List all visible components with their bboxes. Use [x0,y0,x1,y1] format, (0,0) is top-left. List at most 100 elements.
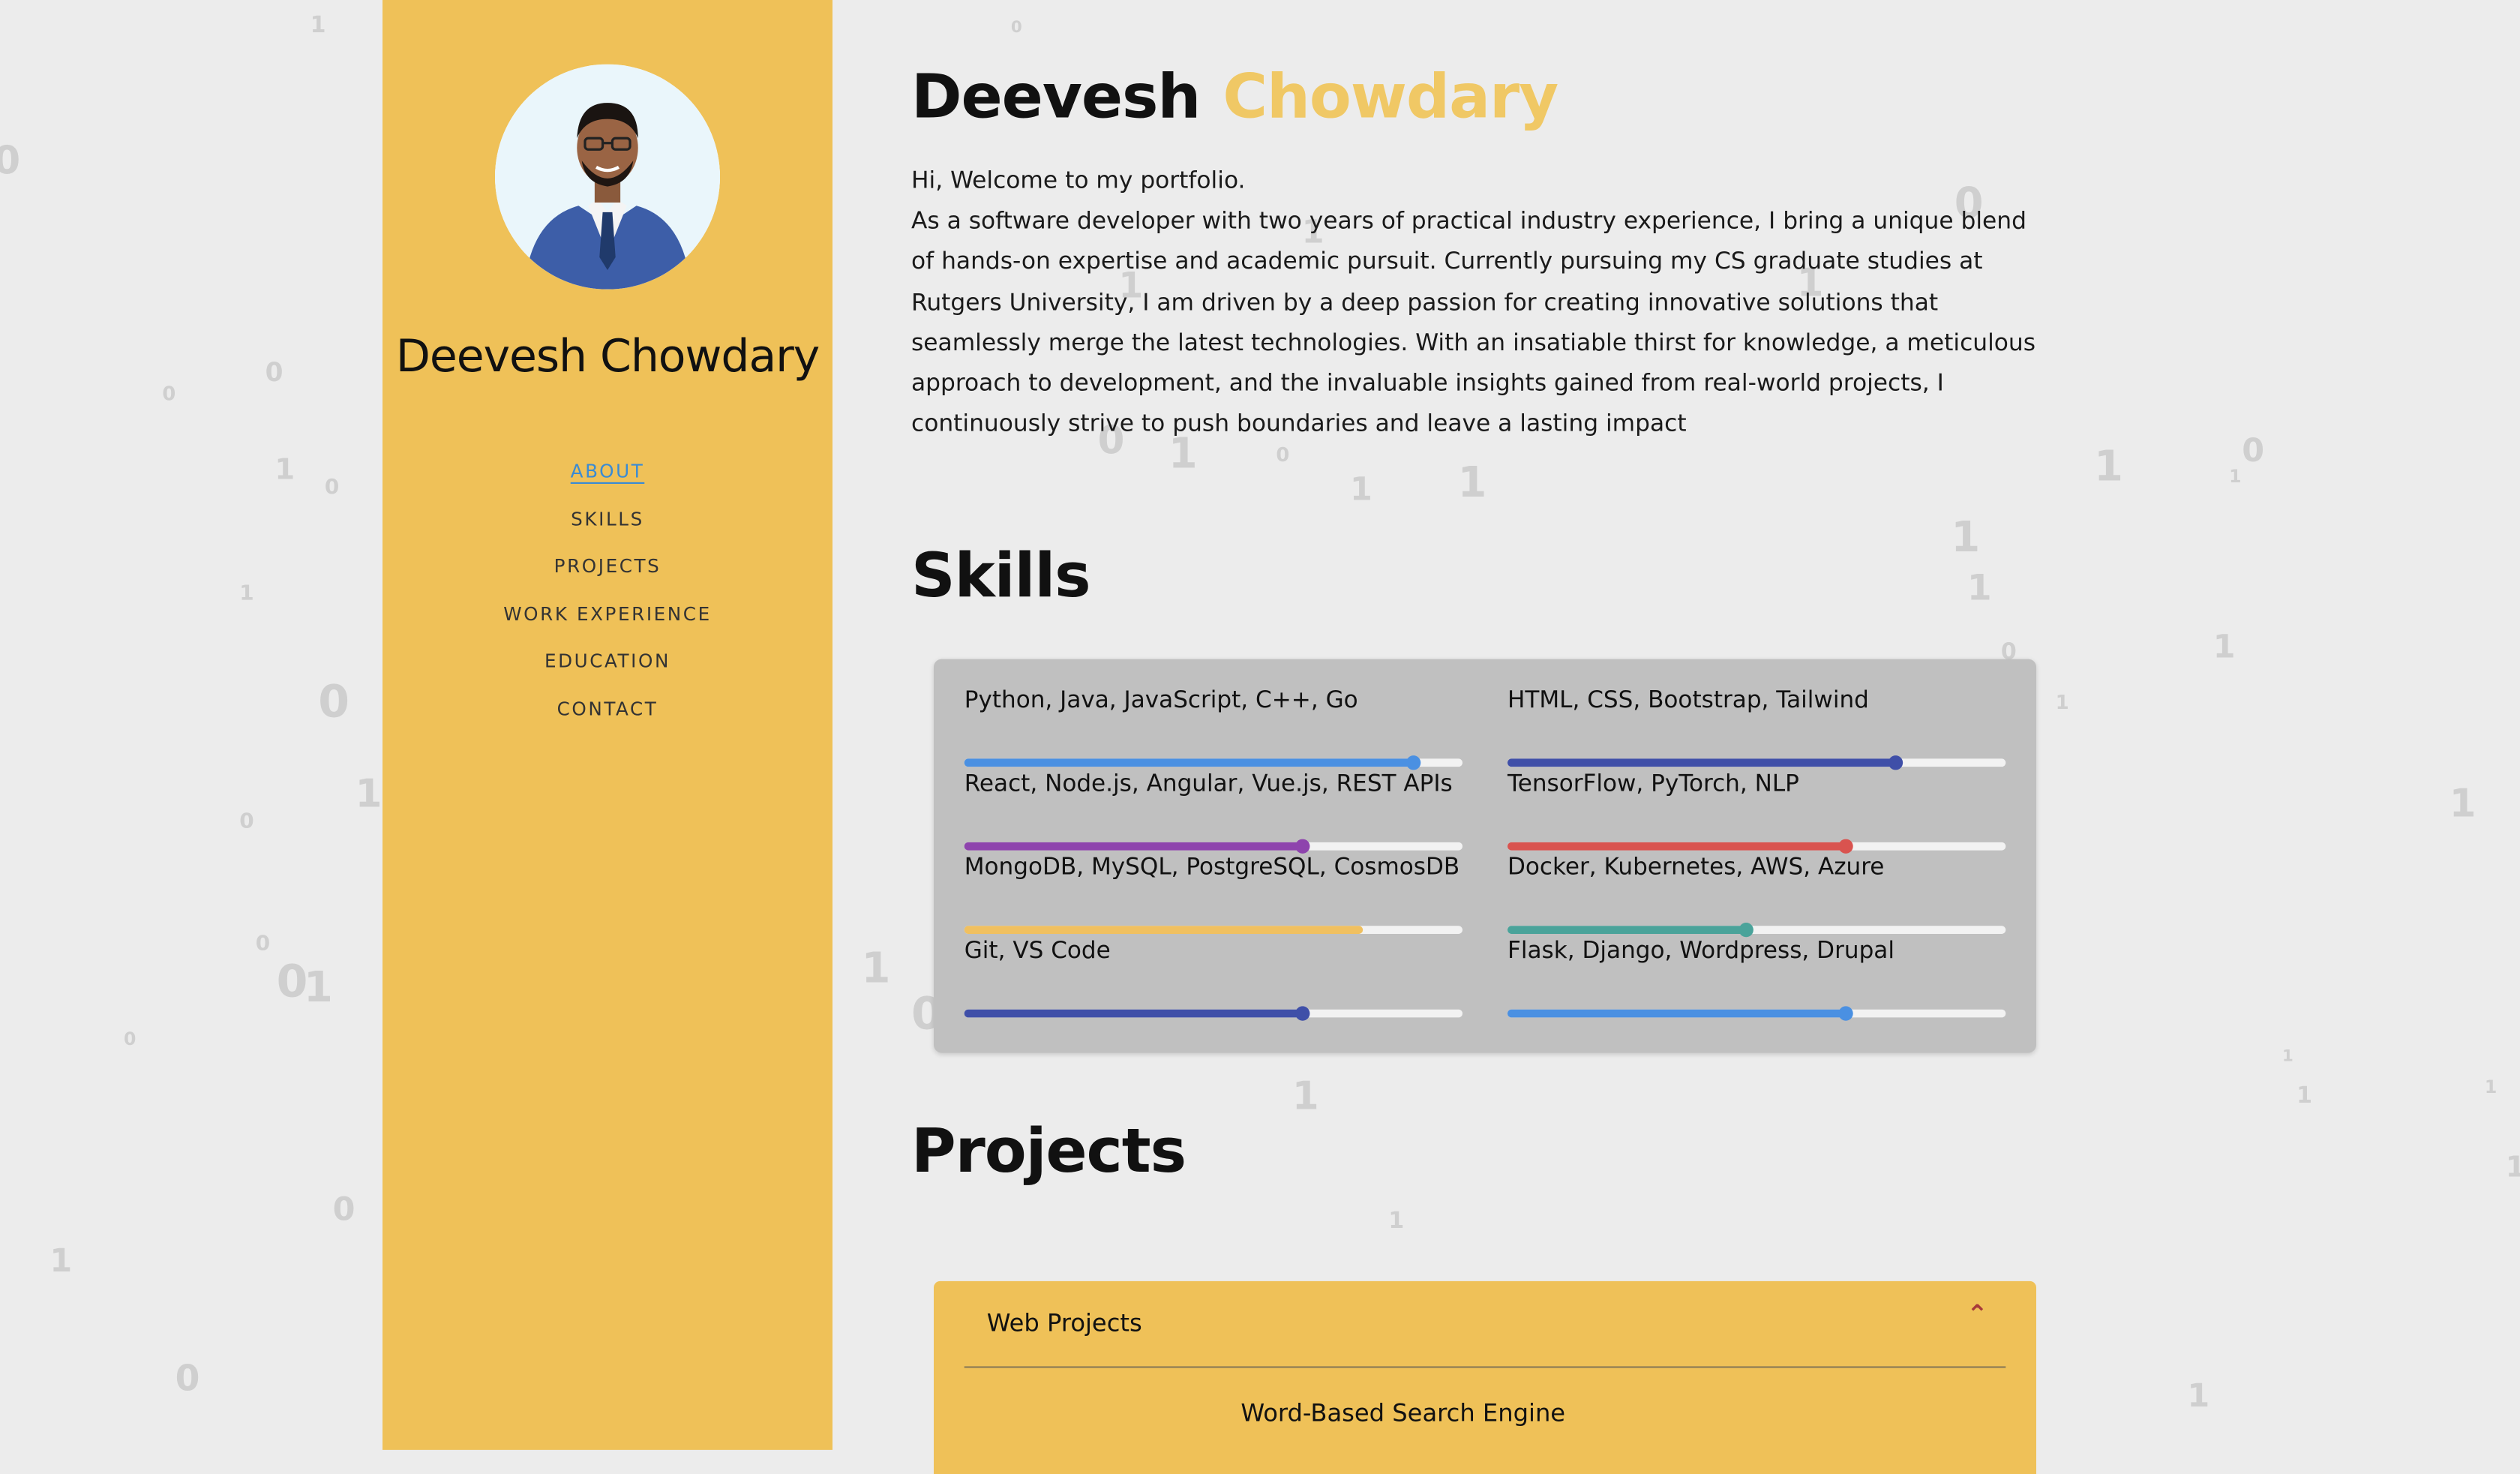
skill-progress-fill [1507,758,1897,767]
nav-projects-label: PROJECTS [554,554,662,578]
skill-progress-track [964,926,1462,934]
binary-digit: 1 [310,13,326,39]
skill-progress-handle [1405,755,1420,770]
binary-digit: 1 [274,453,296,488]
binary-digit: 0 [332,1189,356,1229]
skill-progress-track [964,839,1462,854]
skill-progress-track [1507,923,2006,938]
binary-digit: 1 [50,1241,73,1280]
accordion-divider [964,1366,2006,1368]
sidebar-nav: ABOUT SKILLS PROJECTS WORK EXPERIENCE ED… [382,457,832,741]
skill-label: HTML, CSS, Bootstrap, Tailwind [1507,688,1869,714]
sidebar-name: Deevesh Chowdary [395,329,820,383]
skills-panel: Python, Java, JavaScript, C++, Go HTML, C… [934,659,2036,1053]
skill-label: Python, Java, JavaScript, C++, Go [964,688,1358,714]
binary-digit: 1 [2055,691,2069,714]
skill-progress-track [1507,1006,2006,1021]
binary-digit: 1 [2229,466,2242,488]
projects-heading: Projects [911,1115,1186,1187]
skill-row: Docker, Kubernetes, AWS, Azure [1507,855,2006,938]
intro-text: Hi, Welcome to my portfolio. As a softwa… [911,161,2044,444]
binary-digit: 1 [2484,1076,2498,1098]
skill-progress-handle [1888,755,1904,770]
skill-progress-handle [1839,1006,1854,1021]
binary-digit: 1 [1457,459,1487,509]
skill-row: MongoDB, MySQL, PostgreSQL, CosmosDB [964,855,1462,934]
skill-row: Flask, Django, Wordpress, Drupal [1507,938,2006,1021]
nav-about-label: ABOUT [570,459,645,484]
skill-progress-handle [1295,839,1311,854]
skill-label: React, Node.js, Angular, Vue.js, REST AP… [964,771,1453,797]
binary-digit: 1 [1292,1073,1319,1119]
skill-progress-track [1507,839,2006,854]
skill-progress-fill [964,842,1304,851]
page-title: Deevesh Chowdary [911,61,1558,131]
skill-progress-fill [1507,1009,1846,1018]
binary-digit: 0 [276,954,308,1008]
skill-label: Flask, Django, Wordpress, Drupal [1507,938,1894,965]
binary-digit: 0 [1010,19,1022,38]
binary-digit: 1 [2282,1048,2294,1066]
binary-digit: 1 [2212,626,2236,666]
nav-education-label: EDUCATION [544,649,671,672]
nav-skills[interactable]: SKILLS [382,504,832,551]
binary-digit: 0 [124,1028,136,1050]
binary-digit: 0 [324,476,340,500]
binary-digit: 1 [1951,514,1981,563]
skill-progress-fill [1507,842,1846,851]
skill-label: Docker, Kubernetes, AWS, Azure [1507,855,1885,881]
binary-digit: 0 [1276,443,1290,467]
binary-digit: 1 [2449,781,2476,827]
skill-row: Git, VS Code [964,938,1462,1021]
skill-progress-fill [964,1009,1304,1018]
binary-digit: 1 [239,581,254,606]
nav-contact[interactable]: CONTACT [382,694,832,741]
skill-progress-handle [1739,923,1754,938]
avatar [495,64,720,290]
skill-label: MongoDB, MySQL, PostgreSQL, CosmosDB [964,855,1460,881]
skill-progress-handle [1295,1006,1311,1021]
binary-digit: 1 [2187,1376,2210,1415]
binary-digit: 1 [861,945,891,994]
skill-label: Git, VS Code [964,938,1111,965]
nav-contact-label: CONTACT [556,696,658,719]
skill-row: HTML, CSS, Bootstrap, Tailwind [1507,688,2006,770]
skill-progress-fill [964,758,1413,767]
intro-greeting: Hi, Welcome to my portfolio. [911,167,1246,195]
binary-digit: 0 [162,382,176,405]
binary-digit: 1 [1350,469,1372,509]
nav-projects[interactable]: PROJECTS [382,551,832,599]
nav-skills-label: SKILLS [571,507,644,530]
title-first-name: Deevesh [911,61,1201,132]
chevron-up-icon[interactable]: ⌃ [1966,1298,1988,1329]
nav-work-experience[interactable]: WORK EXPERIENCE [382,599,832,646]
binary-digit: 0 [0,138,20,183]
binary-digit: 1 [304,964,333,1013]
skill-row: Python, Java, JavaScript, C++, Go [964,688,1462,770]
project-item[interactable]: Word-Based Search Engine [934,1398,1872,1427]
page: 1000010101000100101011101011110110111011… [0,0,2520,1474]
binary-digit: 1 [1966,569,1992,610]
skill-progress-track [1507,755,2006,770]
title-last-name: Chowdary [1222,61,1558,132]
nav-about[interactable]: ABOUT [382,457,832,504]
web-projects-accordion: Web Projects ⌃ Word-Based Search Engine [934,1280,2036,1474]
binary-digit: 0 [318,675,350,728]
skill-row: React, Node.js, Angular, Vue.js, REST AP… [964,771,1462,854]
skill-progress-handle [1839,839,1854,854]
binary-digit: 0 [255,932,271,956]
skill-progress-fill [964,926,1364,934]
nav-work-experience-label: WORK EXPERIENCE [503,602,712,625]
binary-digit: 1 [1388,1208,1405,1235]
binary-digit: 0 [2242,431,2265,470]
nav-education[interactable]: EDUCATION [382,646,832,693]
skill-row: TensorFlow, PyTorch, NLP [1507,771,2006,854]
skill-progress-fill [1507,926,1747,934]
skill-label: TensorFlow, PyTorch, NLP [1507,771,1799,797]
binary-digit: 1 [2094,443,2123,492]
accordion-header-label[interactable]: Web Projects [987,1308,1142,1337]
skill-progress-track [964,1006,1462,1021]
binary-digit: 0 [239,810,254,835]
binary-digit: 0 [265,356,284,388]
binary-digit: 1 [2296,1083,2313,1109]
